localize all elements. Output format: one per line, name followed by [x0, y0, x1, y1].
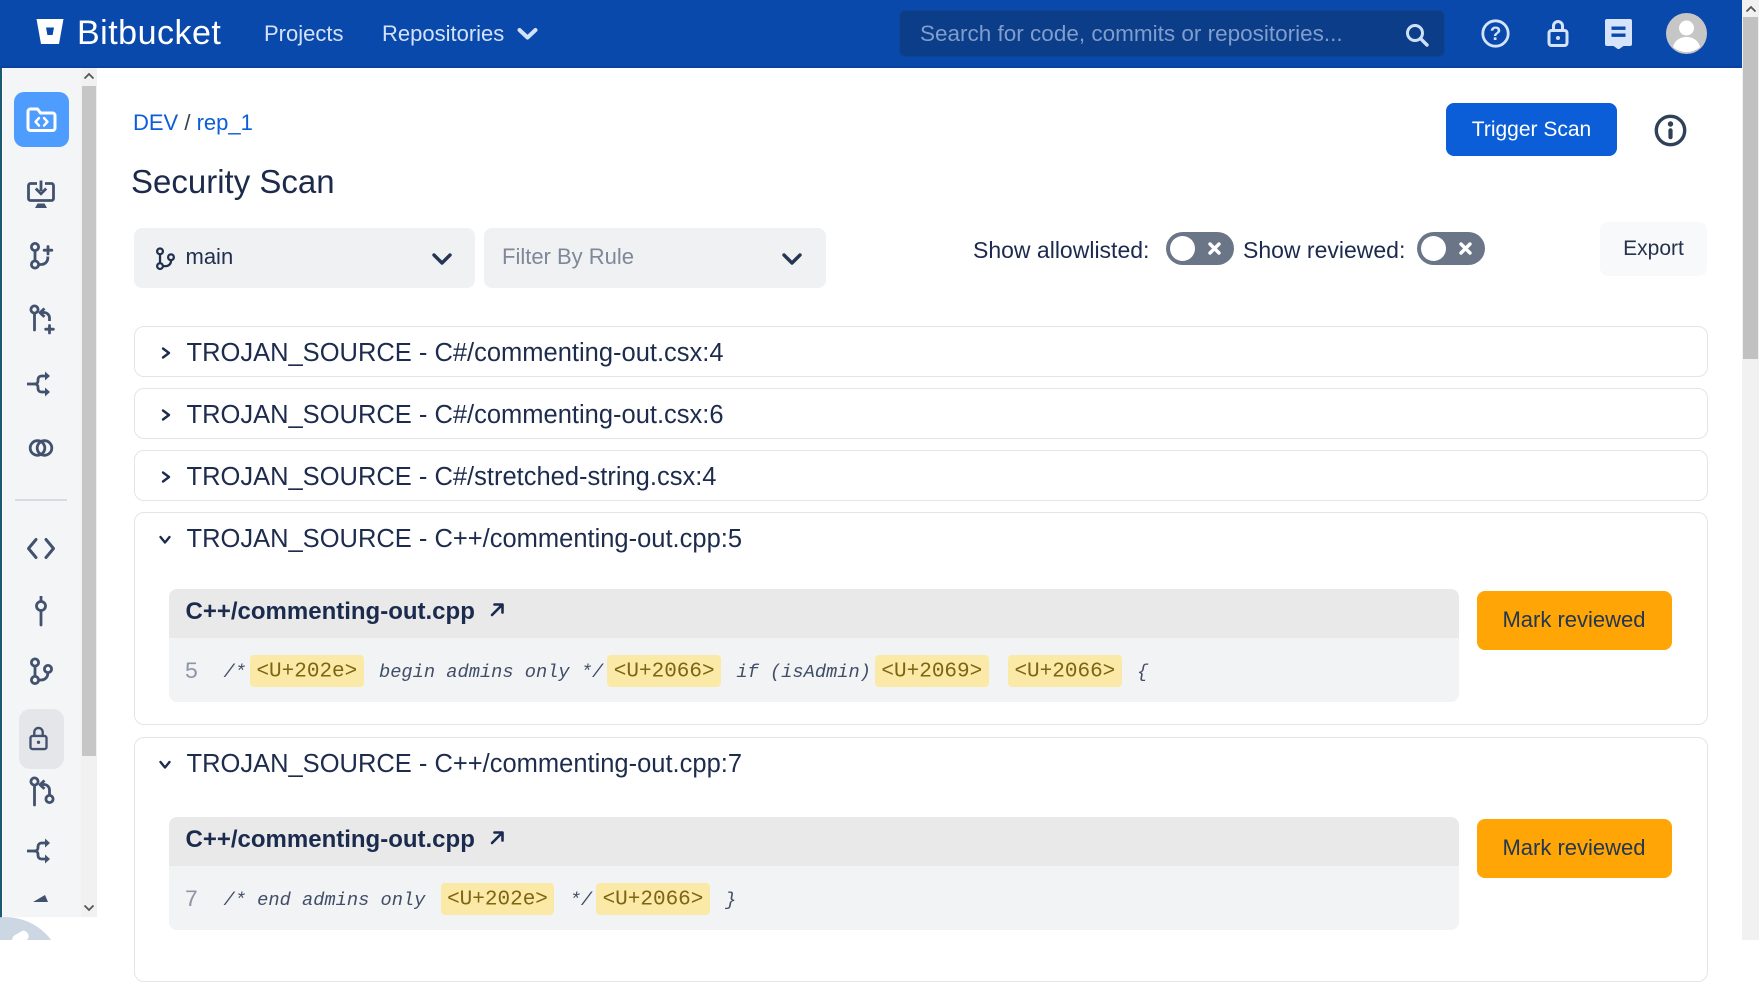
svg-text:?: ? — [1490, 24, 1502, 45]
